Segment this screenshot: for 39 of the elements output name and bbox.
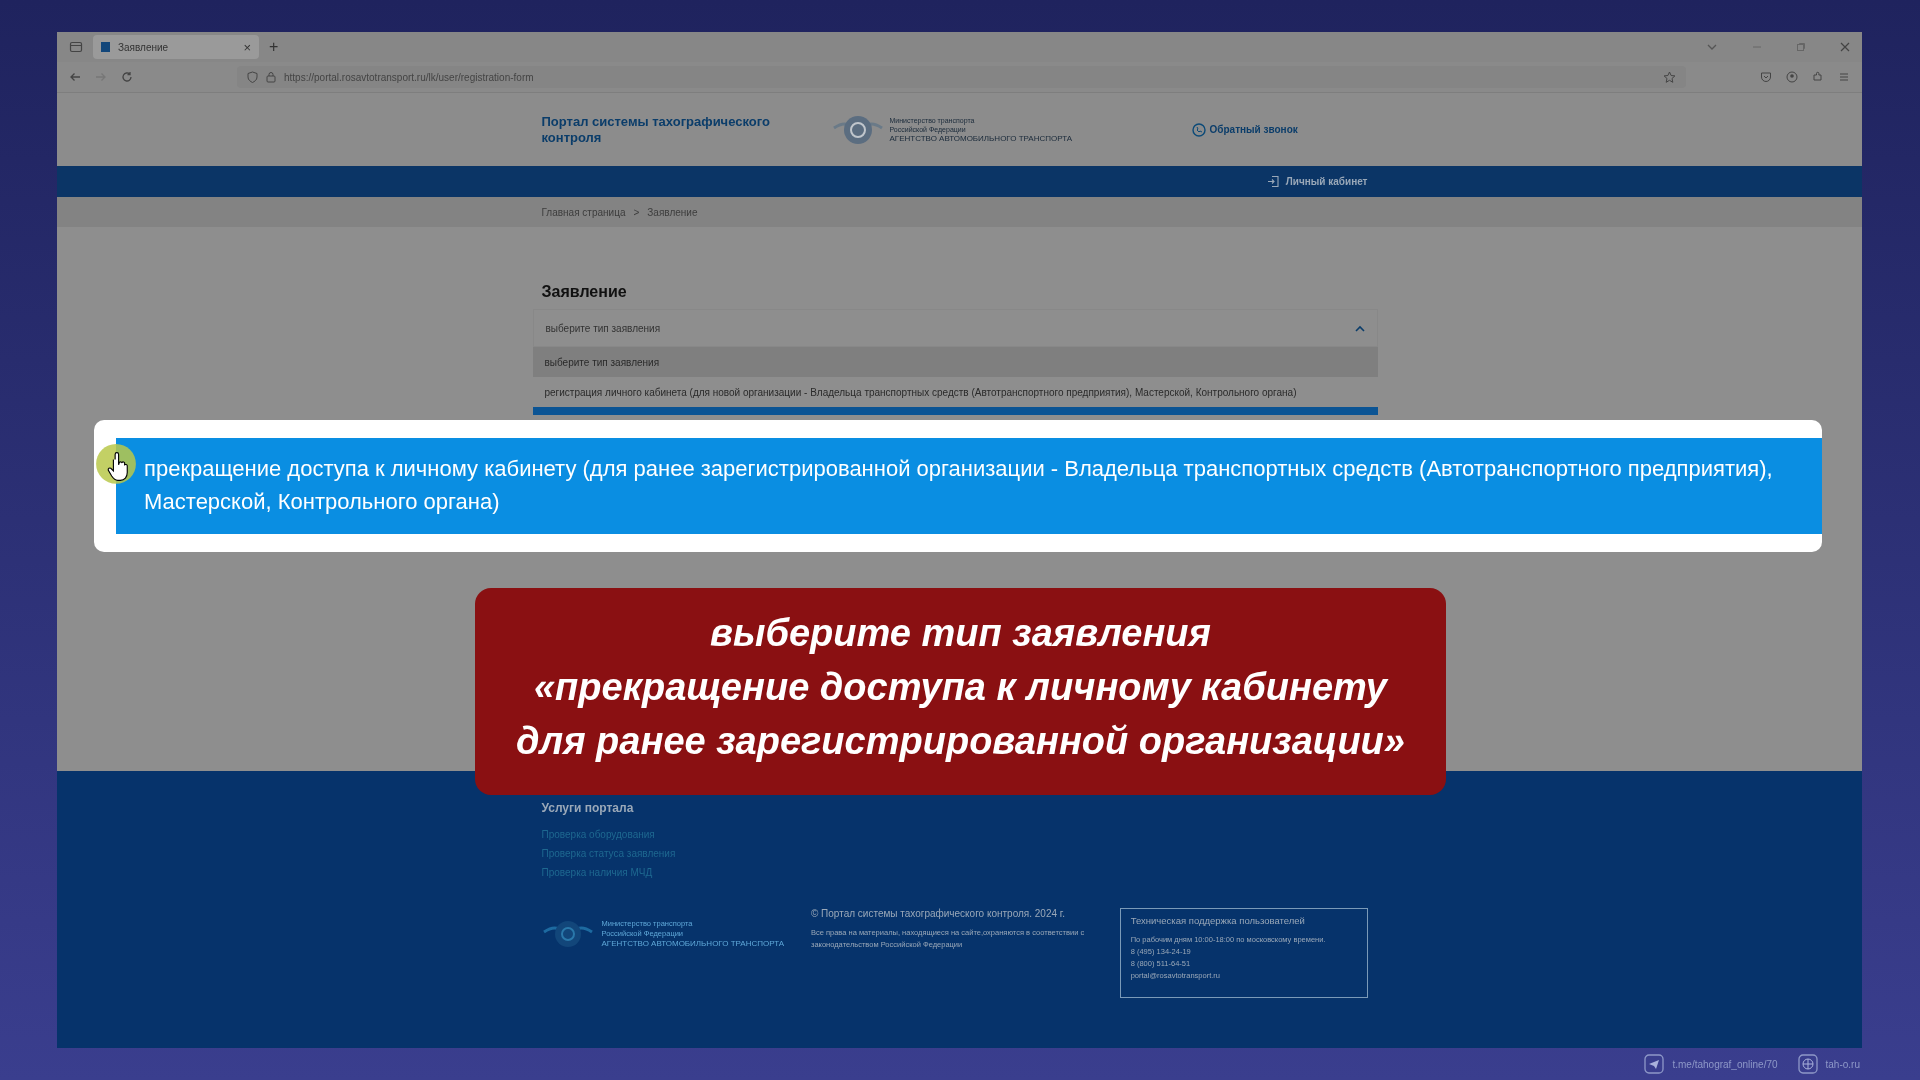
callback-link[interactable]: Обратный звонок bbox=[1191, 122, 1298, 137]
channel-link[interactable]: t.me/tahograf_online/70 bbox=[1672, 1058, 1778, 1070]
channel-link[interactable]: tah-o.ru bbox=[1825, 1058, 1860, 1070]
document-icon bbox=[101, 42, 110, 52]
address-bar[interactable]: https://portal.rosavtotransport.ru/lk/user/registration-form bbox=[237, 66, 1686, 88]
back-arrow-icon[interactable] bbox=[69, 71, 81, 83]
callout-text: выберите тип заявления «прекращение доступа к личному кабинету для ранее зарегистрированной организации» bbox=[475, 588, 1446, 795]
account-link[interactable]: Личный кабинет bbox=[1266, 175, 1368, 188]
account-icon[interactable] bbox=[1786, 71, 1798, 83]
dropdown-option[interactable]: выберите тип заявления bbox=[532, 347, 1378, 377]
paper-plane-icon bbox=[1644, 1054, 1665, 1074]
login-icon bbox=[1266, 175, 1280, 188]
dropdown-option[interactable]: прекращение доступа к личному кабинету (для ранее зарегистрированной организации - Владельца транспортных средств (Автотранспортного предприятия), Мастерской, Контрольного органа) bbox=[116, 438, 1822, 534]
breadcrumb-link[interactable]: Главная страница bbox=[541, 206, 626, 218]
star-icon[interactable] bbox=[1663, 70, 1676, 84]
support-title: Техническая поддержка пользователей bbox=[1130, 915, 1306, 926]
close-icon[interactable] bbox=[1840, 42, 1850, 52]
menu-icon[interactable] bbox=[1838, 71, 1850, 83]
lock-icon bbox=[266, 71, 276, 83]
breadcrumb-current: Заявление bbox=[647, 206, 698, 218]
breadcrumb-separator: > bbox=[633, 206, 640, 218]
portal-title[interactable]: Портал системы тахографического контроля bbox=[541, 113, 832, 146]
new-tab-button[interactable]: + bbox=[269, 38, 279, 56]
shield-icon bbox=[247, 71, 258, 83]
copyright-text: © Портал системы тахографического контроля. 2024 г. bbox=[810, 908, 1067, 919]
tab-list-icon[interactable] bbox=[69, 40, 83, 54]
footer-heading: Услуги портала bbox=[541, 801, 635, 815]
close-tab-button[interactable]: × bbox=[243, 39, 251, 55]
ministry-text: АГЕНТСТВО АВТОМОБИЛЬНОГО ТРАНСПОРТА bbox=[601, 939, 785, 949]
pocket-icon[interactable] bbox=[1760, 71, 1772, 83]
form-title: Заявление bbox=[541, 283, 628, 301]
extensions-icon[interactable] bbox=[1812, 71, 1824, 83]
ministry-text: АГЕНТСТВО АВТОМОБИЛЬНОГО ТРАНСПОРТА bbox=[889, 134, 1073, 143]
type-select[interactable]: выберите тип заявления bbox=[532, 309, 1378, 347]
chevron-icon bbox=[1354, 324, 1365, 332]
browser-tab[interactable]: Заявление × bbox=[93, 35, 259, 59]
reload-icon[interactable] bbox=[121, 71, 133, 83]
globe-icon bbox=[1797, 1054, 1818, 1074]
restore-icon[interactable] bbox=[1796, 42, 1806, 52]
